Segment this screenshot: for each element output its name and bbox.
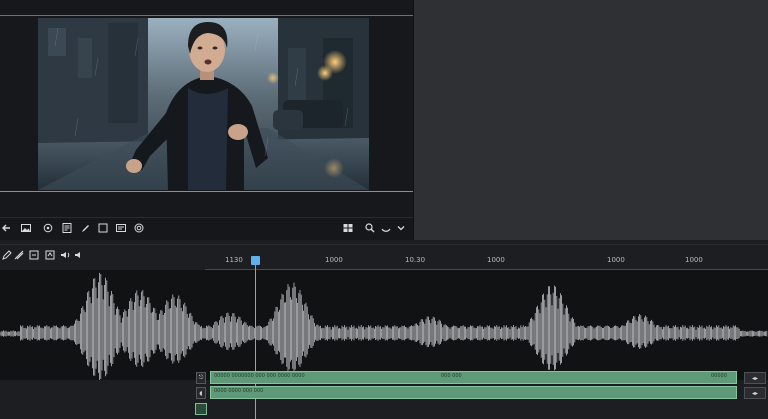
ruler-label: 1000 <box>685 256 703 264</box>
audio-waveform-track[interactable] <box>0 270 768 380</box>
grid-icon[interactable] <box>341 221 355 235</box>
link-icon[interactable] <box>379 221 393 235</box>
back-arrow-icon[interactable] <box>0 221 14 235</box>
viewer-frame-top-border <box>0 15 413 16</box>
caption-icon[interactable] <box>114 221 128 235</box>
ruler-label: 1000 <box>325 256 343 264</box>
playhead-handle[interactable] <box>251 256 260 265</box>
audio-waveform <box>0 272 768 380</box>
video-frame-image <box>38 18 369 190</box>
speaker-icon[interactable] <box>72 248 86 262</box>
clip-label: 00000 <box>711 373 727 379</box>
note-icon[interactable] <box>60 221 74 235</box>
speaker-icon[interactable] <box>58 248 72 262</box>
zoom-icon[interactable] <box>363 221 377 235</box>
ruler-label: 10.30 <box>405 256 426 264</box>
track-options-icon[interactable]: ◂▸ <box>744 387 766 399</box>
timeline-ruler[interactable]: 1130 1000 10.30 1000 1000 1000 <box>205 253 768 270</box>
square-icon[interactable] <box>96 221 110 235</box>
clip-label: 000 000 <box>441 373 462 379</box>
audio-clip[interactable]: 0000 0000 000 000 <box>210 386 737 399</box>
image-icon[interactable] <box>19 221 33 235</box>
circle-tool-icon[interactable] <box>41 221 55 235</box>
panel-divider[interactable] <box>413 0 414 240</box>
audio-clip-track: ⎋ ◖ 00000 0000000 000 000 0000 0000 000 … <box>196 370 768 402</box>
ruler-label: 1000 <box>487 256 505 264</box>
viewer-frame-bottom-border <box>0 191 413 192</box>
clip-label: 0000 0000 000 000 <box>214 388 264 394</box>
audio-clip[interactable]: 00000 0000000 000 000 0000 0000 000 000 … <box>210 371 737 384</box>
add-track-button[interactable] <box>195 403 207 415</box>
brush-icon[interactable] <box>79 221 93 235</box>
chevron-down-icon[interactable] <box>394 221 408 235</box>
track-options-icon[interactable]: ◂▸ <box>744 372 766 384</box>
ruler-label: 1130 <box>225 256 243 264</box>
clip-label: 00000 0000000 000 000 0000 0000 <box>214 373 305 379</box>
viewer-toolbar <box>0 217 413 239</box>
video-preview-frame[interactable] <box>38 18 369 190</box>
audio-icon[interactable] <box>43 248 57 262</box>
inspector-panel <box>414 0 768 240</box>
ruler-label: 1000 <box>607 256 625 264</box>
clip-icon[interactable] <box>27 248 41 262</box>
target-icon[interactable] <box>132 221 146 235</box>
track-lock-icon[interactable]: ⎋ <box>196 372 206 384</box>
razor-icon[interactable] <box>12 248 26 262</box>
track-mute-icon[interactable]: ◖ <box>196 387 206 399</box>
